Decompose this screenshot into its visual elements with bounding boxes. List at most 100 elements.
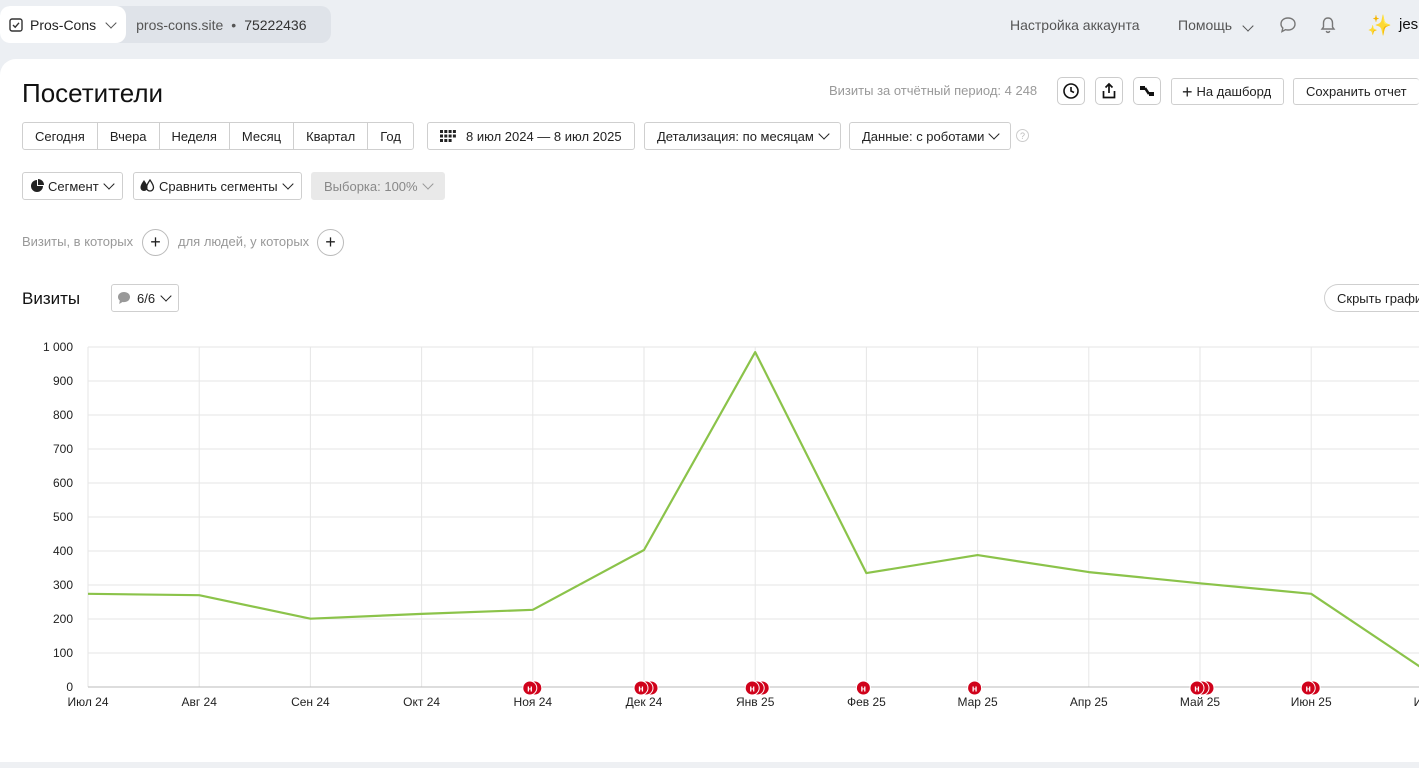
chevron-down-icon [281,178,294,190]
counter-site-info[interactable]: pros-cons.site • 75222436 [116,6,331,43]
x-tick-label: Дек 24 [626,695,663,709]
counter-switcher[interactable]: Pros-Cons pros-cons.site • 75222436 [0,6,331,43]
date-range-label: 8 июл 2024 — 8 июл 2025 [466,128,622,144]
sparkles-icon[interactable]: ✨ [1367,13,1392,38]
annotation-label: н [527,684,532,694]
annotation-label: н [861,684,866,694]
segment-label: Сегмент [48,178,99,194]
add-visit-condition-button[interactable]: + [142,229,169,256]
bottom-strip [0,762,1419,768]
help-label: Помощь [1178,17,1233,33]
compare-button[interactable] [1133,77,1161,105]
y-tick-label: 200 [53,612,73,626]
period-today[interactable]: Сегодня [23,123,98,149]
x-tick-label: Июл 24 [67,695,108,709]
export-button[interactable] [1095,77,1123,105]
detail-dropdown[interactable]: Детализация: по месяцам [644,122,841,150]
series-selector[interactable]: 6/6 [111,284,180,312]
x-tick-label: Июн 25 [1291,695,1332,709]
period-month[interactable]: Месяц [230,123,295,149]
page-title: Посетители [22,78,164,108]
compare-segments-label: Сравнить сегменты [159,178,278,194]
period-year[interactable]: Год [368,123,413,149]
counter-id: 75222436 [244,16,307,33]
help-menu[interactable]: Помощь [1178,17,1254,33]
chevron-down-icon [818,128,830,140]
y-tick-label: 700 [53,442,73,456]
period-selector: Сегодня Вчера Неделя Месяц Квартал Год [22,122,414,150]
chevron-down-icon [421,178,434,190]
plus-icon: + [325,232,336,252]
counter-selector[interactable]: Pros-Cons [0,6,127,43]
y-tick-label: 1 000 [43,340,73,354]
chat-icon[interactable] [1279,16,1297,34]
x-tick-label: Ию [1414,695,1419,709]
annotation-label: н [749,684,754,694]
series-count: 6/6 [137,290,156,306]
save-report-button[interactable]: Сохранить отчет [1293,78,1419,105]
to-dashboard-label: На дашборд [1196,84,1272,99]
clock-icon [1063,83,1079,99]
annotation-label: н [1305,684,1310,694]
counter-name: Pros-Cons [30,16,97,33]
period-yesterday[interactable]: Вчера [98,123,160,149]
chevron-down-icon [1242,20,1254,32]
drops-icon [140,179,155,192]
compare-segments-dropdown[interactable]: Сравнить сегменты [133,172,302,200]
segment-dropdown[interactable]: Сегмент [22,172,123,200]
y-tick-label: 400 [53,544,73,558]
account-settings-link[interactable]: Настройка аккаунта [1010,17,1140,33]
comment-icon [118,292,130,304]
add-people-condition-button[interactable]: + [317,229,344,256]
x-tick-label: Ноя 24 [514,695,553,709]
chart-title: Визиты [22,289,81,308]
chevron-down-icon [103,178,115,190]
calendar-grid-icon [440,130,456,142]
x-tick-label: Янв 25 [736,695,775,709]
chevron-down-icon [988,128,1001,140]
x-tick-label: Мар 25 [958,695,998,709]
top-bar: Pros-Cons pros-cons.site • 75222436 Наст… [0,0,1419,50]
x-tick-label: Апр 25 [1070,695,1108,709]
checklist-icon [9,17,23,32]
visits-series-line [87,351,1419,668]
toggle-icon [1140,86,1154,96]
sample-label: Выборка: 100% [324,178,418,194]
separator: • [231,16,237,33]
user-name[interactable]: jes [1399,16,1418,33]
plus-icon: + [1182,81,1193,102]
hide-chart-button[interactable]: Скрыть графи [1324,284,1419,312]
period-quarter[interactable]: Квартал [294,123,369,149]
share-icon [1102,82,1116,99]
sample-dropdown[interactable]: Выборка: 100% [311,172,445,200]
history-button[interactable] [1057,77,1085,105]
x-tick-label: Май 25 [1180,695,1221,709]
chevron-down-icon [160,290,172,302]
y-tick-label: 900 [53,374,73,388]
date-range-button[interactable]: 8 июл 2024 — 8 июл 2025 [427,122,635,150]
visits-line-chart: 0 100 200 300 400 500 600 700 800 900 1 000 Июл 24 А… [43,340,1419,709]
x-tick-label: Окт 24 [403,695,440,709]
help-icon[interactable]: ? [1016,129,1029,142]
chevron-down-icon [105,16,117,29]
visits-total: Визиты за отчётный период: 4 248 [829,83,1038,98]
x-tick-label: Сен 24 [291,695,330,709]
counter-site: pros-cons.site [136,16,224,33]
data-dropdown[interactable]: Данные: с роботами [849,122,1012,150]
bell-icon[interactable] [1320,16,1336,34]
x-tick-label: Авг 24 [181,695,217,709]
to-dashboard-button[interactable]: + На дашборд [1171,78,1285,105]
annotation-label: н [1194,684,1199,694]
y-tick-label: 800 [53,408,73,422]
y-tick-label: 500 [53,510,73,524]
y-tick-label: 600 [53,476,73,490]
hide-chart-label: Скрыть графи [1337,290,1419,306]
plus-icon: + [150,232,161,252]
visits-condition-label: Визиты, в которых [22,234,134,249]
y-tick-label: 100 [53,646,73,660]
people-condition-label: для людей, у которых [178,234,310,249]
detail-label: Детализация: по месяцам [657,128,814,144]
x-tick-label: Фев 25 [847,695,886,709]
y-tick-label: 0 [66,680,73,694]
period-week[interactable]: Неделя [160,123,230,149]
